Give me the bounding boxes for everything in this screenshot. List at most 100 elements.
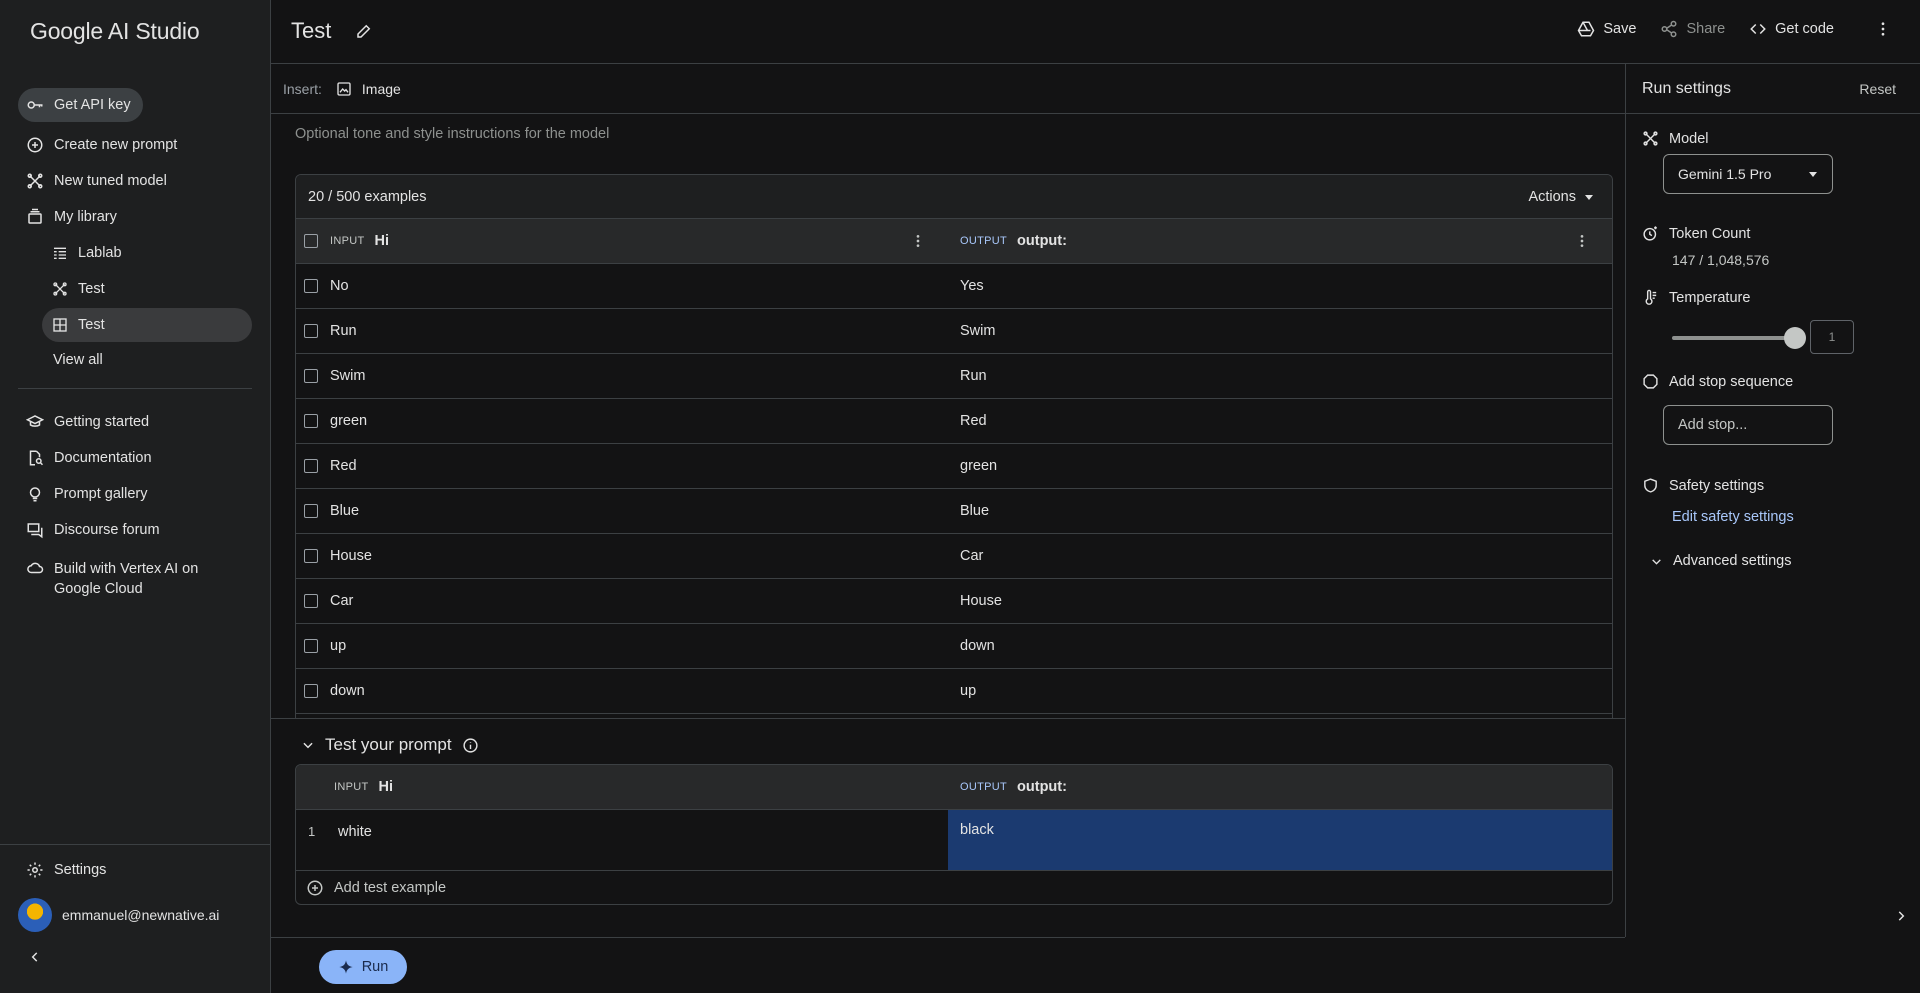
row-checkbox[interactable] [304, 504, 318, 518]
more-vert-icon [1874, 20, 1892, 38]
app-logo[interactable]: Google AI Studio [30, 18, 200, 45]
row-checkbox[interactable] [304, 279, 318, 293]
library-item-lablab[interactable]: Lablab [42, 236, 252, 270]
documentation-link[interactable]: Documentation [18, 441, 164, 475]
forum-icon [26, 521, 44, 539]
example-output[interactable]: up [960, 683, 976, 699]
library-item-test-structured[interactable]: Test [42, 308, 252, 342]
get-api-key-button[interactable]: Get API key [18, 88, 143, 122]
document-list-icon [52, 245, 68, 261]
prompt-gallery-link[interactable]: Prompt gallery [18, 477, 159, 511]
create-new-prompt-button[interactable]: Create new prompt [18, 128, 189, 162]
row-checkbox[interactable] [304, 684, 318, 698]
insert-image-button[interactable]: Image [336, 81, 401, 97]
token-count-label: Token Count [1669, 225, 1751, 242]
example-input[interactable]: down [330, 683, 365, 699]
run-button[interactable]: Run [319, 950, 407, 984]
example-output[interactable]: Run [960, 368, 987, 384]
example-input[interactable]: Red [330, 458, 357, 474]
cloud-icon [26, 559, 44, 577]
test-prompt-toggle[interactable]: Test your prompt [301, 735, 479, 755]
model-section: Model [1642, 130, 1709, 147]
run-footer: Run [271, 937, 1625, 993]
example-output[interactable]: Yes [960, 278, 984, 294]
row-checkbox[interactable] [304, 594, 318, 608]
example-output[interactable]: down [960, 638, 995, 654]
row-checkbox[interactable] [304, 549, 318, 563]
share-button[interactable]: Share [1660, 20, 1725, 38]
temperature-slider[interactable] [1672, 327, 1806, 349]
view-all-link[interactable]: View all [53, 352, 103, 368]
select-all-checkbox[interactable] [304, 234, 318, 248]
example-input[interactable]: No [330, 278, 349, 294]
edit-title-button[interactable] [355, 22, 373, 40]
run-settings-panel: Run settings Reset Model Gemini 1.5 Pro … [1625, 64, 1920, 937]
example-input[interactable]: House [330, 548, 372, 564]
edit-safety-settings-link[interactable]: Edit safety settings [1672, 509, 1794, 525]
row-checkbox[interactable] [304, 459, 318, 473]
sidebar-divider [18, 388, 252, 389]
input-column-menu-button[interactable] [910, 233, 926, 249]
input-column-name[interactable]: Hi [375, 233, 390, 249]
advanced-settings-toggle[interactable]: Advanced settings [1650, 553, 1792, 569]
insert-label: Insert: [283, 80, 322, 97]
temperature-section: Temperature [1642, 289, 1750, 306]
model-select[interactable]: Gemini 1.5 Pro [1663, 154, 1833, 194]
temperature-slider-thumb[interactable] [1784, 327, 1806, 349]
collapse-sidebar-button[interactable] [28, 950, 42, 964]
example-input[interactable]: Run [330, 323, 357, 339]
add-test-example-button[interactable]: Add test example [296, 871, 1612, 904]
input-tag: INPUT [334, 781, 369, 793]
temperature-input[interactable]: 1 [1810, 320, 1854, 354]
system-instructions-input[interactable]: Optional tone and style instructions for… [295, 126, 609, 142]
examples-column-header: INPUT Hi OUTPUT output: [296, 219, 1612, 264]
top-actions: Save Share Get code [1577, 20, 1892, 38]
save-button[interactable]: Save [1577, 20, 1636, 38]
example-input[interactable]: green [330, 413, 367, 429]
example-output[interactable]: House [960, 593, 1002, 609]
more-options-button[interactable] [1874, 20, 1892, 38]
example-input[interactable]: Blue [330, 503, 359, 519]
settings-link[interactable]: Settings [18, 853, 118, 887]
image-icon [336, 81, 352, 97]
tune-icon [26, 172, 44, 190]
output-column-menu-button[interactable] [1574, 233, 1590, 249]
share-label: Share [1686, 21, 1726, 37]
expand-panel-button[interactable] [1894, 909, 1908, 923]
row-checkbox[interactable] [304, 324, 318, 338]
info-icon[interactable] [462, 737, 479, 754]
example-input[interactable]: Car [330, 593, 353, 609]
row-checkbox[interactable] [304, 414, 318, 428]
get-code-button[interactable]: Get code [1749, 20, 1834, 38]
drive-icon [1577, 20, 1595, 38]
row-checkbox[interactable] [304, 639, 318, 653]
grid-icon [52, 317, 68, 333]
example-input[interactable]: Swim [330, 368, 365, 384]
example-output[interactable]: Red [960, 413, 987, 429]
examples-table: 20 / 500 examples Actions INPUT Hi OUTPU… [295, 174, 1613, 718]
test-output[interactable]: black [948, 810, 1612, 870]
output-tag: OUTPUT [960, 235, 1008, 247]
example-output[interactable]: Car [960, 548, 983, 564]
library-item-test-tuned[interactable]: Test [42, 272, 252, 306]
stop-sequence-input[interactable]: Add stop... [1663, 405, 1833, 445]
vertex-ai-link[interactable]: Build with Vertex AI on Google Cloud [18, 553, 226, 597]
stop-sequence-section: Add stop sequence [1642, 373, 1793, 390]
actions-dropdown[interactable]: Actions [1528, 189, 1594, 205]
model-label: Model [1669, 130, 1709, 147]
discourse-forum-link[interactable]: Discourse forum [18, 513, 172, 547]
output-column-name[interactable]: output: [1017, 233, 1067, 249]
my-library-button[interactable]: My library [18, 200, 129, 234]
shield-icon [1642, 477, 1659, 494]
row-checkbox[interactable] [304, 369, 318, 383]
example-output[interactable]: Blue [960, 503, 989, 519]
example-input[interactable]: up [330, 638, 346, 654]
example-output[interactable]: green [960, 458, 997, 474]
getting-started-link[interactable]: Getting started [18, 405, 161, 439]
test-input[interactable]: white [326, 810, 948, 870]
settings-label: Settings [54, 862, 107, 878]
example-output[interactable]: Swim [960, 323, 995, 339]
new-tuned-model-button[interactable]: New tuned model [18, 164, 179, 198]
user-account[interactable]: emmanuel@newnative.ai [18, 898, 219, 932]
reset-button[interactable]: Reset [1859, 81, 1896, 97]
